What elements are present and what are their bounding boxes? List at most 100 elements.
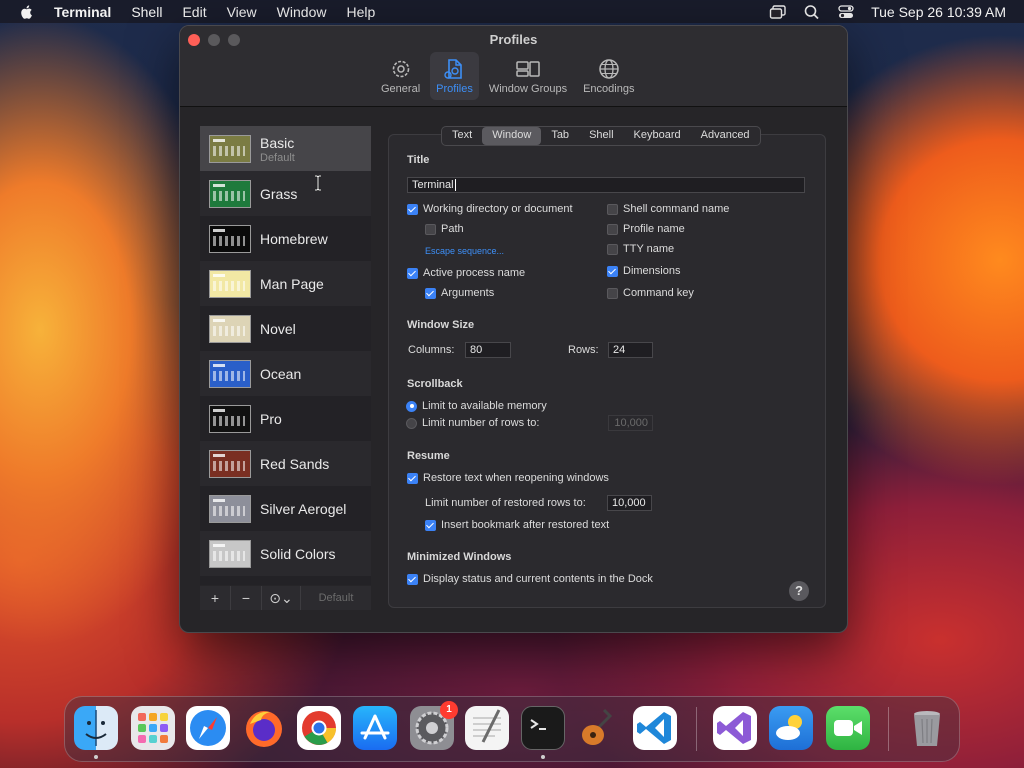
dock	[64, 696, 960, 762]
profile-item-red-sands[interactable]: Red Sands	[200, 441, 371, 486]
toolbar-profiles[interactable]: Profiles	[430, 52, 479, 100]
arguments-label: Arguments	[441, 287, 495, 299]
bookmark-label: Insert bookmark after restored text	[441, 519, 610, 531]
tab-text[interactable]: Text	[442, 127, 482, 145]
arguments-checkbox[interactable]: Arguments	[425, 287, 494, 299]
menu-app-name[interactable]: Terminal	[54, 4, 111, 20]
tab-tab[interactable]: Tab	[541, 127, 579, 145]
add-profile-button[interactable]: +	[200, 586, 231, 610]
profile-thumbnail	[209, 134, 251, 163]
toolbar-window-groups[interactable]: Window Groups	[483, 52, 573, 100]
menu-window[interactable]: Window	[277, 4, 327, 20]
resume-heading: Resume	[407, 450, 450, 462]
remove-profile-button[interactable]: −	[231, 586, 262, 610]
menu-shell[interactable]: Shell	[131, 4, 162, 20]
finder-icon[interactable]	[74, 706, 118, 750]
profile-item-basic[interactable]: Basic Default	[200, 126, 371, 171]
profile-item-man-page[interactable]: Man Page	[200, 261, 371, 306]
set-default-button[interactable]: Default	[301, 592, 371, 604]
toolbar-general-label: General	[381, 83, 421, 95]
profile-name: Homebrew	[260, 230, 328, 247]
toolbar-encodings[interactable]: Encodings	[577, 52, 640, 100]
settings-tabs: Text Window Tab Shell Keyboard Advanced	[441, 126, 761, 146]
help-button[interactable]: ?	[789, 581, 809, 601]
safari-icon[interactable]	[186, 706, 230, 750]
limit-memory-radio[interactable]: Limit to available memory	[406, 400, 547, 412]
window-titlebar: Profiles General Profiles Window Groups …	[180, 26, 847, 107]
minimized-heading: Minimized Windows	[407, 551, 512, 563]
screen-mirroring-icon[interactable]	[769, 4, 787, 20]
tab-advanced[interactable]: Advanced	[691, 127, 760, 145]
chrome-icon[interactable]	[297, 706, 341, 750]
dock-status-checkbox[interactable]: Display status and current contents in t…	[407, 573, 653, 585]
menu-clock[interactable]: Tue Sep 26 10:39 AM	[871, 4, 1006, 20]
path-checkbox[interactable]: Path	[425, 223, 464, 235]
toolbar-window-groups-label: Window Groups	[488, 83, 568, 95]
menu-help[interactable]: Help	[346, 4, 375, 20]
bookmark-checkbox[interactable]: Insert bookmark after restored text	[425, 519, 609, 531]
rows-input[interactable]: 24	[608, 342, 653, 358]
dimensions-checkbox[interactable]: Dimensions	[607, 265, 680, 277]
firefox-icon[interactable]	[242, 706, 286, 750]
limit-rows-label: Limit number of rows to:	[422, 417, 540, 429]
control-center-icon[interactable]	[837, 4, 855, 20]
shell-command-checkbox[interactable]: Shell command name	[607, 203, 729, 215]
limit-rows-radio[interactable]: Limit number of rows to:	[406, 417, 539, 429]
menu-edit[interactable]: Edit	[182, 4, 206, 20]
profile-name-checkbox[interactable]: Profile name	[607, 223, 685, 235]
profile-item-grass[interactable]: Grass	[200, 171, 371, 216]
profile-name: Pro	[260, 410, 282, 427]
tab-keyboard[interactable]: Keyboard	[624, 127, 691, 145]
profiles-window: Profiles General Profiles Window Groups …	[179, 25, 848, 633]
profile-thumbnail	[209, 404, 251, 433]
launchpad-icon[interactable]	[131, 706, 175, 750]
profile-actions-menu[interactable]: ⊙⌄	[262, 586, 301, 610]
dock-separator	[696, 707, 697, 751]
profile-thumbnail	[209, 224, 251, 253]
title-heading: Title	[407, 154, 430, 166]
tab-window[interactable]: Window	[482, 127, 542, 145]
visual-studio-icon[interactable]	[713, 706, 757, 750]
working-directory-checkbox[interactable]: Working directory or document	[407, 203, 573, 215]
vscode-icon[interactable]	[633, 706, 677, 750]
columns-input[interactable]: 80	[465, 342, 511, 358]
command-key-checkbox[interactable]: Command key	[607, 287, 694, 299]
profile-list: Basic Default Grass Homebrew Man Page Novel Oc…	[200, 126, 371, 585]
notification-badge: 1	[440, 701, 458, 719]
profile-list-toolbar: + − ⊙⌄ Default	[200, 586, 371, 610]
apple-icon[interactable]	[18, 3, 36, 21]
active-process-checkbox[interactable]: Active process name	[407, 267, 525, 279]
menu-view[interactable]: View	[227, 4, 257, 20]
tty-name-checkbox[interactable]: TTY name	[607, 243, 674, 255]
profile-item-novel[interactable]: Novel	[200, 306, 371, 351]
restore-text-checkbox[interactable]: Restore text when reopening windows	[407, 472, 609, 484]
limit-rows-input[interactable]: 10,000	[608, 415, 653, 431]
rows-label: Rows:	[568, 344, 599, 356]
escape-sequence-link[interactable]: Escape sequence...	[425, 246, 504, 256]
profile-item-solid-colors[interactable]: Solid Colors	[200, 531, 371, 576]
weather-icon[interactable]	[769, 706, 813, 750]
toolbar-general[interactable]: General	[375, 52, 426, 100]
profile-thumbnail	[209, 359, 251, 388]
profile-item-pro[interactable]: Pro	[200, 396, 371, 441]
profile-item-homebrew[interactable]: Homebrew	[200, 216, 371, 261]
title-input-value: Terminal	[412, 179, 454, 191]
restore-rows-label: Limit number of restored rows to:	[425, 497, 586, 509]
command-key-label: Command key	[623, 287, 694, 299]
active-process-label: Active process name	[423, 267, 526, 279]
search-icon[interactable]	[803, 4, 821, 20]
title-input[interactable]: Terminal	[407, 177, 805, 193]
profile-item-ocean[interactable]: Ocean	[200, 351, 371, 396]
profile-item-silver-aerogel[interactable]: Silver Aerogel	[200, 486, 371, 531]
profiles-icon	[444, 59, 463, 79]
profile-name: Grass	[260, 185, 298, 202]
profile-thumbnail	[209, 179, 251, 208]
terminal-icon[interactable]	[521, 706, 565, 750]
textedit-icon[interactable]	[465, 706, 509, 750]
restore-rows-input[interactable]: 10,000	[607, 495, 652, 511]
tab-shell[interactable]: Shell	[579, 127, 623, 145]
facetime-icon[interactable]	[826, 706, 870, 750]
app-store-icon[interactable]	[353, 706, 397, 750]
garageband-icon[interactable]	[576, 706, 620, 750]
trash-icon[interactable]	[905, 706, 949, 750]
